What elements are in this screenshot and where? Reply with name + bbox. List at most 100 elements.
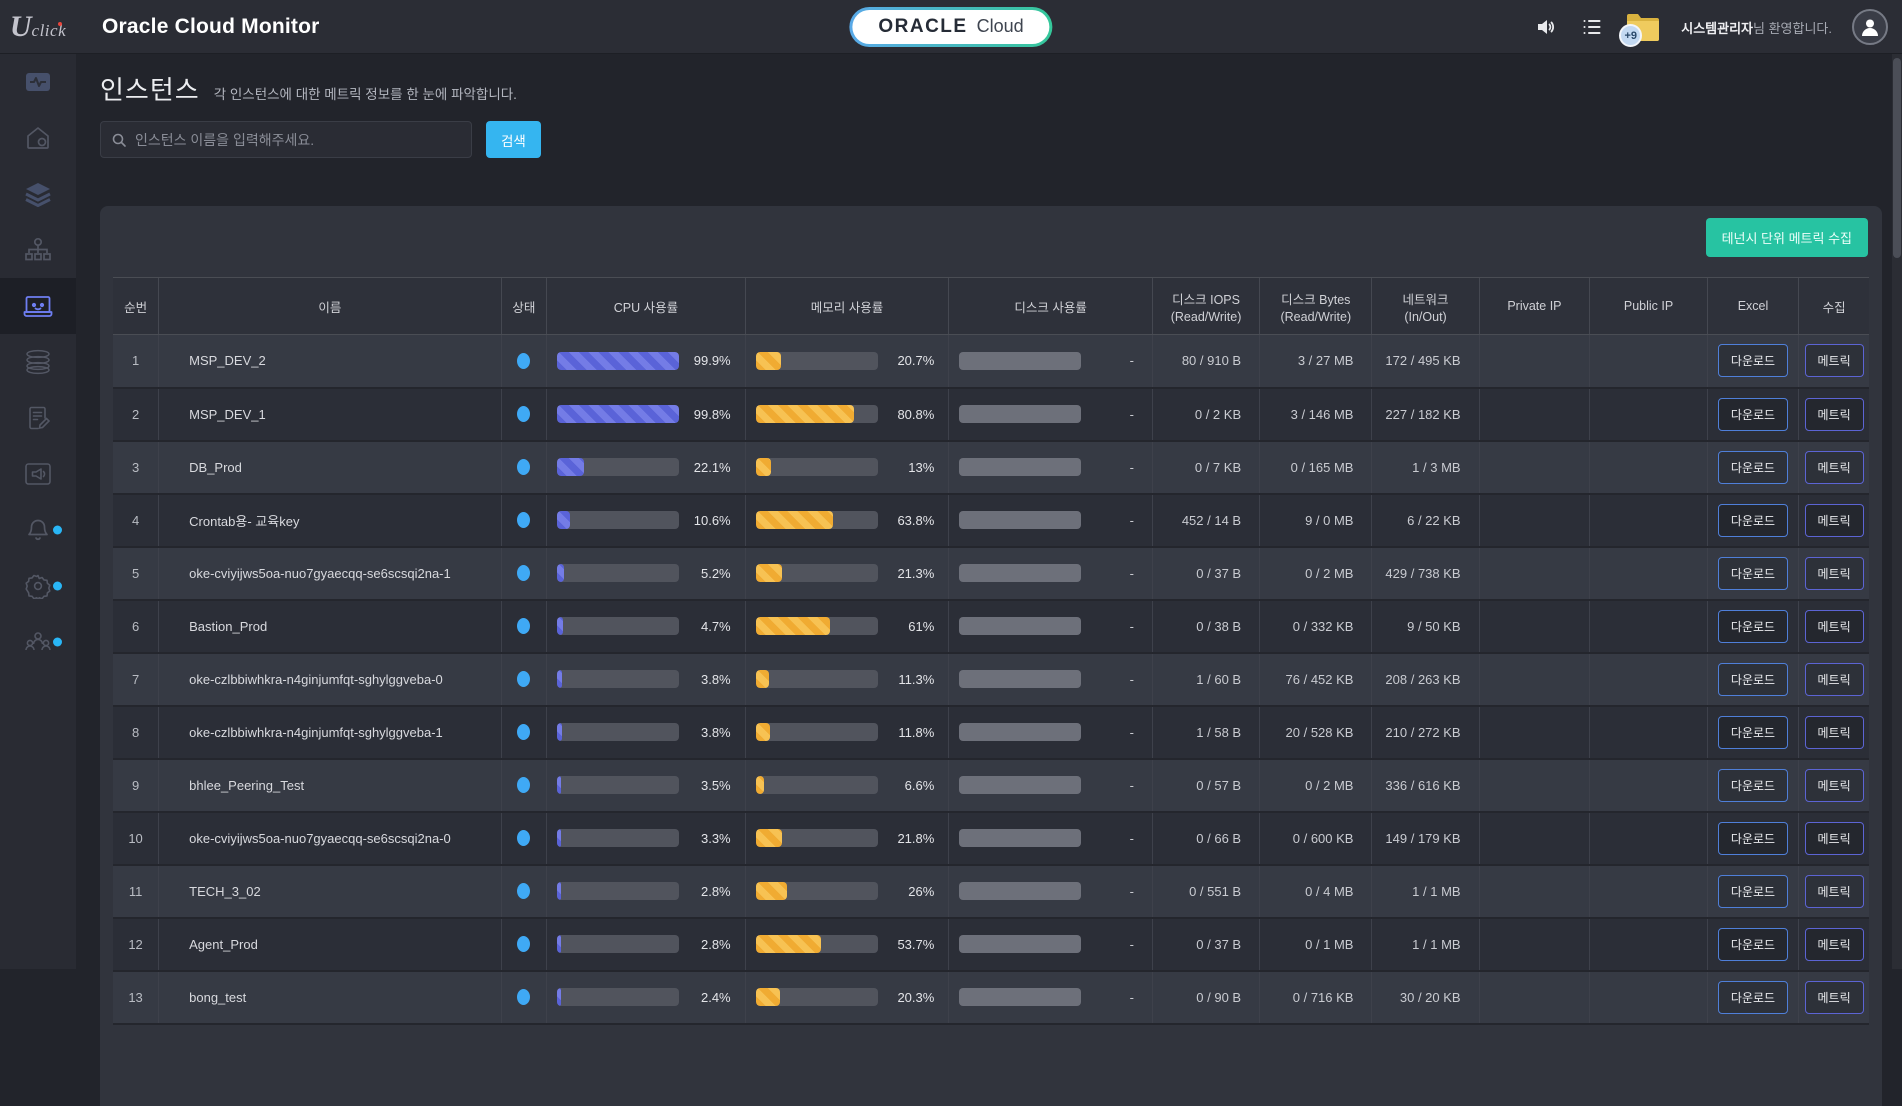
cpu-usage-cell: 3.8% <box>547 653 745 706</box>
instance-status <box>501 706 547 759</box>
sidebar-item-home[interactable] <box>0 110 76 166</box>
metric-button[interactable]: 메트릭 <box>1805 822 1864 855</box>
uclick-logo[interactable]: Uclick <box>0 10 76 44</box>
sidebar-item-settings[interactable] <box>0 558 76 614</box>
download-button[interactable]: 다운로드 <box>1718 344 1788 377</box>
memory-usage-cell: 13% <box>745 441 949 494</box>
instance-name: oke-czlbbiwhkra-n4ginjumfqt-sghylggveba-… <box>159 706 501 759</box>
download-button[interactable]: 다운로드 <box>1718 981 1788 1014</box>
metric-button[interactable]: 메트릭 <box>1805 610 1864 643</box>
disk-usage-cell: - <box>949 335 1153 388</box>
metric-button[interactable]: 메트릭 <box>1805 663 1864 696</box>
tenancy-metric-collect-button[interactable]: 테넌시 단위 메트릭 수집 <box>1706 218 1868 257</box>
disk-bytes-value: 0 / 600 KB <box>1260 812 1372 865</box>
column-header-9: Private IP <box>1479 278 1590 335</box>
sidebar-item-dashboard[interactable] <box>0 54 76 110</box>
row-number: 5 <box>113 547 159 600</box>
instances-monitor-icon <box>23 293 53 320</box>
status-dot-running <box>517 724 530 740</box>
table-row: 1MSP_DEV_299.9%20.7%-80 / 910 B3 / 27 MB… <box>113 335 1869 388</box>
top-bar: Uclick Oracle Cloud Monitor ORACLE Cloud… <box>0 0 1902 54</box>
sidebar-item-database[interactable] <box>0 334 76 390</box>
instance-name: MSP_DEV_1 <box>159 388 501 441</box>
status-dot-running <box>517 671 530 687</box>
download-button[interactable]: 다운로드 <box>1718 557 1788 590</box>
collect-cell: 메트릭 <box>1799 388 1869 441</box>
list-icon[interactable] <box>1579 14 1605 40</box>
metric-button[interactable]: 메트릭 <box>1805 716 1864 749</box>
download-button[interactable]: 다운로드 <box>1718 822 1788 855</box>
speaker-icon[interactable] <box>1533 14 1559 40</box>
download-button[interactable]: 다운로드 <box>1718 928 1788 961</box>
table-row: 9bhlee_Peering_Test3.5%6.6%-0 / 57 B0 / … <box>113 759 1869 812</box>
private-ip-cell <box>1479 759 1590 812</box>
collect-cell: 메트릭 <box>1799 918 1869 971</box>
instance-status <box>501 918 547 971</box>
metric-button[interactable]: 메트릭 <box>1805 398 1864 431</box>
download-button[interactable]: 다운로드 <box>1718 875 1788 908</box>
network-value: 227 / 182 KB <box>1372 388 1479 441</box>
cpu-usage-cell: 2.8% <box>547 918 745 971</box>
user-avatar[interactable] <box>1852 9 1888 45</box>
column-header-0: 순번 <box>113 278 159 335</box>
row-number: 2 <box>113 388 159 441</box>
table-row: 11TECH_3_022.8%26%-0 / 551 B0 / 4 MB1 / … <box>113 865 1869 918</box>
disk-iops-value: 452 / 14 B <box>1153 494 1260 547</box>
sidebar-item-topology[interactable] <box>0 222 76 278</box>
public-ip-cell <box>1590 865 1708 918</box>
disk-iops-value: 0 / 37 B <box>1153 918 1260 971</box>
status-dot-running <box>517 883 530 899</box>
metric-button[interactable]: 메트릭 <box>1805 557 1864 590</box>
sidebar-item-instances[interactable] <box>0 278 76 334</box>
sidebar-item-layers[interactable] <box>0 166 76 222</box>
folder-icon[interactable]: +9 <box>1625 11 1661 43</box>
private-ip-cell <box>1479 388 1590 441</box>
metric-button[interactable]: 메트릭 <box>1805 928 1864 961</box>
metric-button[interactable]: 메트릭 <box>1805 504 1864 537</box>
badge-cloud-text: Cloud <box>977 16 1024 37</box>
download-button[interactable]: 다운로드 <box>1718 663 1788 696</box>
announcement-icon <box>24 462 52 486</box>
sidebar-item-users[interactable] <box>0 614 76 670</box>
cpu-usage-cell: 5.2% <box>547 547 745 600</box>
disk-iops-value: 1 / 58 B <box>1153 706 1260 759</box>
download-button[interactable]: 다운로드 <box>1718 504 1788 537</box>
sidebar-item-report[interactable] <box>0 390 76 446</box>
public-ip-cell <box>1590 812 1708 865</box>
row-number: 11 <box>113 865 159 918</box>
instance-status <box>501 335 547 388</box>
layers-icon <box>24 181 52 207</box>
excel-cell: 다운로드 <box>1707 971 1798 1024</box>
sidebar-item-alerts[interactable] <box>0 502 76 558</box>
column-header-6: 디스크 IOPS(Read/Write) <box>1153 278 1260 335</box>
search-input[interactable] <box>135 132 461 148</box>
disk-iops-value: 0 / 7 KB <box>1153 441 1260 494</box>
public-ip-cell <box>1590 547 1708 600</box>
download-button[interactable]: 다운로드 <box>1718 769 1788 802</box>
download-button[interactable]: 다운로드 <box>1718 716 1788 749</box>
metric-button[interactable]: 메트릭 <box>1805 451 1864 484</box>
metric-button[interactable]: 메트릭 <box>1805 769 1864 802</box>
download-button[interactable]: 다운로드 <box>1718 398 1788 431</box>
network-value: 429 / 738 KB <box>1372 547 1479 600</box>
column-header-4: 메모리 사용률 <box>745 278 949 335</box>
download-button[interactable]: 다운로드 <box>1718 610 1788 643</box>
logo-red-dot <box>58 22 62 26</box>
search-button[interactable]: 검색 <box>486 121 541 158</box>
excel-cell: 다운로드 <box>1707 388 1798 441</box>
status-dot-running <box>517 459 530 475</box>
instance-name: oke-czlbbiwhkra-n4ginjumfqt-sghylggveba-… <box>159 653 501 706</box>
page-scrollbar[interactable] <box>1892 54 1902 969</box>
disk-bytes-value: 0 / 4 MB <box>1260 865 1372 918</box>
main-content: 인스턴스 각 인스턴스에 대한 메트릭 정보를 한 눈에 파악합니다. 검색 테… <box>76 54 1902 969</box>
metric-button[interactable]: 메트릭 <box>1805 344 1864 377</box>
private-ip-cell <box>1479 865 1590 918</box>
metric-button[interactable]: 메트릭 <box>1805 981 1864 1014</box>
app-title: Oracle Cloud Monitor <box>102 15 320 39</box>
sidebar-item-announcement[interactable] <box>0 446 76 502</box>
download-button[interactable]: 다운로드 <box>1718 451 1788 484</box>
instance-status <box>501 653 547 706</box>
metric-button[interactable]: 메트릭 <box>1805 875 1864 908</box>
scrollbar-thumb[interactable] <box>1893 58 1901 258</box>
memory-usage-cell: 11.8% <box>745 706 949 759</box>
